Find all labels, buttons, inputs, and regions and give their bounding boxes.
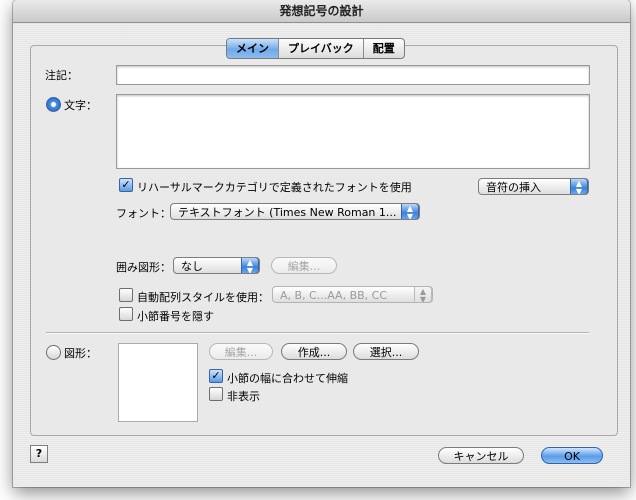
tab-playback[interactable]: プレイバック	[279, 39, 364, 58]
text-radio-label: 文字：	[64, 99, 97, 112]
font-label: フォント：	[116, 207, 171, 220]
popup-arrows-icon: ▲ ▼	[401, 204, 419, 219]
cancel-button[interactable]: キャンセル	[438, 447, 524, 464]
insert-note-popup[interactable]: 音符の挿入 ▲ ▼	[478, 178, 589, 195]
auto-sequence-checkbox[interactable]	[119, 288, 133, 302]
help-button[interactable]: ?	[30, 445, 48, 463]
hide-checkbox-label: 非表示	[227, 390, 260, 403]
popup-arrows-icon: ▲ ▼	[414, 287, 432, 302]
dialog-content: メイン プレイバック 配置 注記： 文字： ✓ リハーサルマークカテゴリで定義さ…	[13, 23, 630, 487]
fit-measure-checkbox-label: 小節の幅に合わせて伸縮	[227, 372, 348, 385]
use-font-checkbox[interactable]: ✓	[119, 178, 133, 192]
use-font-checkbox-label: リハーサルマークカテゴリで定義されたフォントを使用	[137, 181, 412, 194]
tab-bar: メイン プレイバック 配置	[226, 38, 405, 59]
tab-main[interactable]: メイン	[227, 39, 279, 58]
popup-arrows-icon: ▲ ▼	[241, 258, 259, 273]
text-area[interactable]	[116, 94, 590, 169]
annotation-label: 注記：	[45, 69, 78, 82]
shape-select-button[interactable]: 選択...	[353, 343, 419, 360]
enclosure-popup-value: なし	[181, 260, 203, 273]
annotation-input[interactable]	[116, 65, 590, 85]
hide-measure-checkbox-label: 小節番号を隠す	[137, 310, 214, 323]
auto-sequence-checkbox-label: 自動配列スタイルを使用：	[137, 291, 269, 304]
text-radio[interactable]	[46, 97, 61, 112]
shape-radio[interactable]	[46, 345, 61, 360]
shape-edit-button[interactable]: 編集...	[209, 343, 273, 360]
edit-enclosure-button[interactable]: 編集...	[271, 257, 337, 274]
hide-checkbox[interactable]	[209, 387, 223, 401]
font-popup[interactable]: テキストフォント (Times New Roman 1... ▲ ▼	[170, 203, 420, 220]
insert-note-popup-value: 音符の挿入	[486, 181, 541, 194]
popup-arrows-icon: ▲ ▼	[570, 179, 588, 194]
shape-radio-label: 図形：	[64, 347, 97, 360]
dialog-window: 発想記号の設計 メイン プレイバック 配置 注記： 文字： ✓ リハーサルマーク…	[13, 0, 630, 487]
window-title: 発想記号の設計	[13, 0, 630, 23]
ok-button[interactable]: OK	[541, 447, 603, 464]
enclosure-label: 囲み図形：	[116, 261, 171, 274]
hide-measure-checkbox[interactable]	[119, 307, 133, 321]
section-separator	[46, 332, 589, 334]
shape-create-button[interactable]: 作成...	[281, 343, 347, 360]
font-popup-value: テキストフォント (Times New Roman 1...	[178, 206, 397, 219]
enclosure-popup[interactable]: なし ▲ ▼	[173, 257, 260, 274]
auto-sequence-popup[interactable]: A, B, C...AA, BB, CC ▲ ▼	[272, 286, 433, 303]
shape-preview	[118, 343, 198, 422]
tab-placement[interactable]: 配置	[364, 39, 404, 58]
fit-measure-checkbox[interactable]: ✓	[209, 369, 223, 383]
auto-sequence-popup-value: A, B, C...AA, BB, CC	[280, 289, 388, 302]
